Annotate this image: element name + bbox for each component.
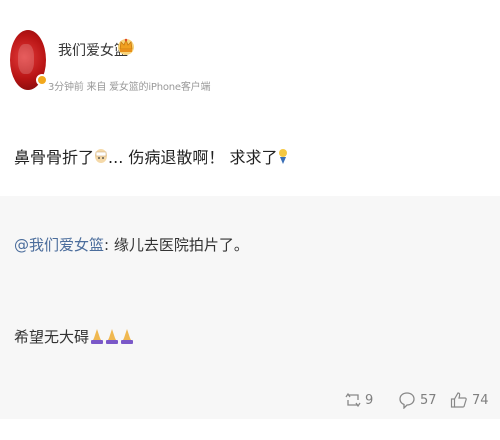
post-meta: 3分钟前 来自 爱女篮的iPhone客户端 (48, 82, 211, 93)
post-text-part1: 鼻骨骨折了 (14, 148, 95, 167)
repost-line: @我们爱女篮: 缘儿去医院拍片了。 (14, 234, 249, 255)
pray-hands-icon (91, 329, 104, 344)
mention-link[interactable]: @我们爱女篮 (14, 236, 104, 254)
repost-count: 9 (365, 392, 374, 408)
comment-button[interactable]: 57 (398, 389, 437, 411)
repost-text: : 缘儿去医院拍片了。 (104, 236, 249, 254)
pray-hands-icon (121, 329, 134, 344)
verified-badge-icon (36, 74, 48, 86)
wish-text-line: 希望无大碍 (14, 326, 134, 347)
hurt-emoji-icon (95, 149, 108, 163)
post-header: 我们爱女篮 3分钟前 来自 爱女篮的iPhone客户端 (10, 30, 490, 100)
pray-emoji-icon (279, 149, 288, 164)
post-text-part2: ... 伤病退散啊！ 求求了 (108, 148, 278, 167)
wish-text: 希望无大碍 (14, 328, 90, 346)
comment-count: 57 (420, 392, 437, 408)
action-bar: 9 57 74 (0, 379, 500, 419)
crown-icon (118, 38, 134, 55)
repost-button[interactable]: 9 (345, 389, 373, 411)
pray-hands-icon (106, 329, 119, 344)
like-count: 74 (472, 392, 489, 408)
weibo-post-card: 我们爱女篮 3分钟前 来自 爱女篮的iPhone客户端 鼻骨骨折了 ... 伤病… (0, 0, 500, 440)
post-content: 鼻骨骨折了 ... 伤病退散啊！ 求求了 (14, 144, 289, 168)
repost-icon (345, 392, 361, 408)
like-button[interactable]: 74 (450, 389, 489, 411)
thumbs-up-icon (450, 392, 467, 408)
comment-icon (399, 392, 415, 409)
repost-section: @我们爱女篮: 缘儿去医院拍片了。 希望无大碍 (0, 196, 500, 379)
